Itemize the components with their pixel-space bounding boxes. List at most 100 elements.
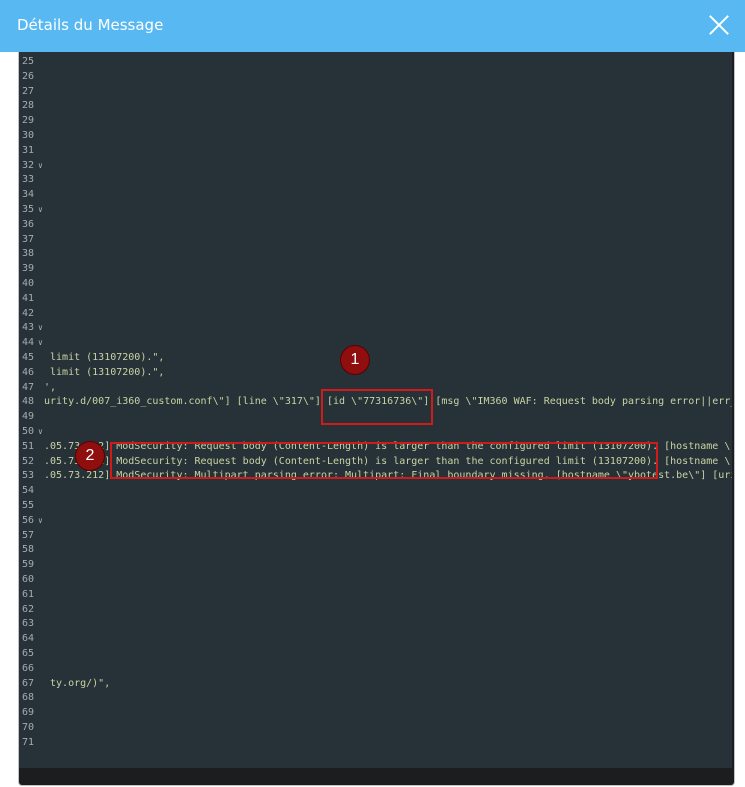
line-number: 60 xyxy=(22,574,35,585)
line-number: 47 xyxy=(22,381,35,393)
code-line: 40 xyxy=(19,277,732,292)
line-number: 71 xyxy=(22,736,35,748)
line-number: 42 xyxy=(22,307,35,319)
code-line: 70 xyxy=(19,721,732,736)
line-number: 46 xyxy=(22,366,35,378)
line-number: 61 xyxy=(22,588,35,600)
line-number: 59 xyxy=(22,559,35,571)
line-number: 37 xyxy=(22,233,35,245)
line-number: 49 xyxy=(22,411,35,423)
code-line: 57 xyxy=(19,529,732,544)
code-line: 59 xyxy=(19,558,732,573)
line-number: 52 xyxy=(22,455,35,467)
line-number: 39 xyxy=(22,263,35,275)
line-number: 32 xyxy=(22,159,35,171)
code-line: 37 xyxy=(19,233,732,248)
modal-header: Détails du Message xyxy=(0,0,745,52)
line-number: 58 xyxy=(22,544,35,556)
line-number: 70 xyxy=(22,722,35,733)
line-number: 65 xyxy=(22,648,35,659)
code-line: 44 ∨ xyxy=(19,336,732,351)
code-line: 38 xyxy=(19,247,732,262)
code-line: 28 xyxy=(19,99,732,114)
code-line: 35 ∨ xyxy=(19,203,732,218)
fold-chevron-icon[interactable]: ∨ xyxy=(38,336,43,351)
code-text: ty.org/)", xyxy=(44,677,111,689)
code-line: 36 xyxy=(19,218,732,233)
line-number: 36 xyxy=(22,218,35,230)
line-number: 35 xyxy=(22,204,35,215)
line-number: 51 xyxy=(22,440,35,452)
code-line: 58 xyxy=(19,543,732,558)
code-line: 61 xyxy=(19,588,732,603)
highlight-id-box xyxy=(321,389,433,425)
code-line: 32 ∨ xyxy=(19,159,732,174)
fold-chevron-icon[interactable]: ∨ xyxy=(38,159,43,174)
code-line: 60 xyxy=(19,573,732,588)
code-line: 62 xyxy=(19,603,732,618)
code-line: 26 xyxy=(19,70,732,85)
code-line: 68 xyxy=(19,691,732,706)
code-line: 67 ty.org/)", xyxy=(19,677,732,692)
code-line: 63 xyxy=(19,617,732,632)
code-line: 29 xyxy=(19,114,732,129)
code-line: 65 xyxy=(19,647,732,662)
line-number: 31 xyxy=(22,144,35,156)
line-number: 26 xyxy=(22,70,35,82)
line-number: 43 xyxy=(22,322,35,334)
code-line: 27 xyxy=(19,85,732,100)
code-line: 46 limit (13107200).", xyxy=(19,366,732,381)
line-number: 48 xyxy=(22,396,35,408)
line-number: 28 xyxy=(22,100,35,112)
line-number: 54 xyxy=(22,485,35,497)
line-number: 34 xyxy=(22,189,35,201)
code-line: 45 limit (13107200).", xyxy=(19,351,732,366)
code-line: 31 xyxy=(19,144,732,159)
code-line: 39 xyxy=(19,262,732,277)
line-number: 45 xyxy=(22,352,35,363)
fold-chevron-icon[interactable]: ∨ xyxy=(38,514,43,529)
code-line: 64 xyxy=(19,632,732,647)
line-number: 57 xyxy=(22,529,35,541)
line-number: 41 xyxy=(22,292,35,304)
code-line: 30 xyxy=(19,129,732,144)
annotation-badge-1: 1 xyxy=(341,346,369,374)
line-number: 38 xyxy=(22,248,35,260)
code-line: 43 ∨ xyxy=(19,321,732,336)
code-text: limit (13107200).", xyxy=(44,366,165,378)
code-line: 69 xyxy=(19,706,732,721)
line-number: 40 xyxy=(22,278,35,289)
code-text: ', xyxy=(44,381,57,393)
code-line: 54 xyxy=(19,484,732,499)
code-line: 42 xyxy=(19,307,732,322)
annotation-badge-2: 2 xyxy=(76,442,104,470)
line-number: 44 xyxy=(22,337,35,349)
code-line: 55 xyxy=(19,499,732,514)
fold-chevron-icon[interactable]: ∨ xyxy=(38,321,43,336)
line-number: 30 xyxy=(22,130,35,141)
line-number: 67 xyxy=(22,677,35,689)
line-number: 62 xyxy=(22,603,35,615)
close-icon[interactable] xyxy=(704,10,734,40)
line-number: 66 xyxy=(22,662,35,674)
code-line: 41 xyxy=(19,292,732,307)
fold-chevron-icon[interactable]: ∨ xyxy=(38,425,43,440)
code-line: 56 ∨ xyxy=(19,514,732,529)
line-number: 55 xyxy=(22,500,35,511)
code-line: 33 xyxy=(19,173,732,188)
highlight-modsecurity-box xyxy=(110,442,658,479)
line-number: 64 xyxy=(22,633,35,645)
line-number: 29 xyxy=(22,115,35,127)
code-line: 71 xyxy=(19,736,732,751)
code-line: 66 xyxy=(19,662,732,677)
line-number: 69 xyxy=(22,707,35,719)
line-number: 63 xyxy=(22,618,35,630)
line-number: 27 xyxy=(22,85,35,97)
fold-chevron-icon[interactable]: ∨ xyxy=(38,203,43,218)
code-line: 25 xyxy=(19,55,732,70)
line-number: 33 xyxy=(22,174,35,186)
modal-title: Détails du Message xyxy=(17,16,164,34)
code-line: 50 ∨ xyxy=(19,425,732,440)
code-line: 34 xyxy=(19,188,732,203)
line-number: 50 xyxy=(22,426,35,437)
